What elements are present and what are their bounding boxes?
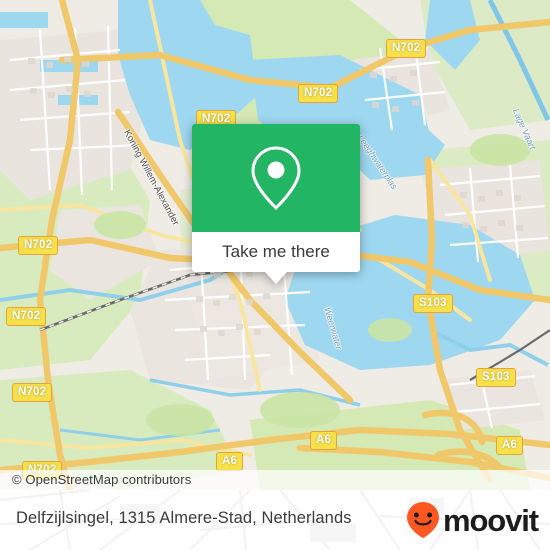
- location-popup-card[interactable]: Take me there: [192, 124, 360, 284]
- popup-card-footer[interactable]: Take me there: [192, 232, 360, 272]
- moovit-pin-icon: [406, 502, 439, 538]
- road-shield: A6: [310, 431, 338, 450]
- road-shield: S103: [476, 368, 516, 387]
- map-pin-icon: [251, 146, 301, 211]
- road-shield: N702: [12, 383, 53, 402]
- moovit-wordmark: moovit: [442, 502, 539, 538]
- road-shield: N702: [386, 39, 427, 58]
- road-shield: N702: [298, 84, 339, 103]
- moovit-logo[interactable]: moovit: [405, 502, 539, 538]
- address-label: Delfzijlsingel, 1315 Almere-Stad, Nether…: [16, 509, 352, 527]
- map-attribution: © OpenStreetMap contributors: [0, 470, 550, 490]
- attribution-text: © OpenStreetMap contributors: [12, 472, 192, 487]
- footer-bar: Delfzijlsingel, 1315 Almere-Stad, Nether…: [0, 490, 550, 550]
- take-me-there-button[interactable]: Take me there: [222, 242, 330, 262]
- road-shield: S103: [413, 294, 453, 313]
- popup-card-header: [192, 124, 360, 232]
- road-shield: A6: [496, 436, 524, 455]
- road-shield: A6: [216, 452, 244, 471]
- road-shield: N702: [6, 307, 47, 326]
- road-shield: N702: [18, 236, 59, 255]
- moovit-map-screenshot: N702N702N702N702N702N702N702S103S103A6A6…: [0, 0, 550, 550]
- popup-card-pointer: [264, 271, 288, 284]
